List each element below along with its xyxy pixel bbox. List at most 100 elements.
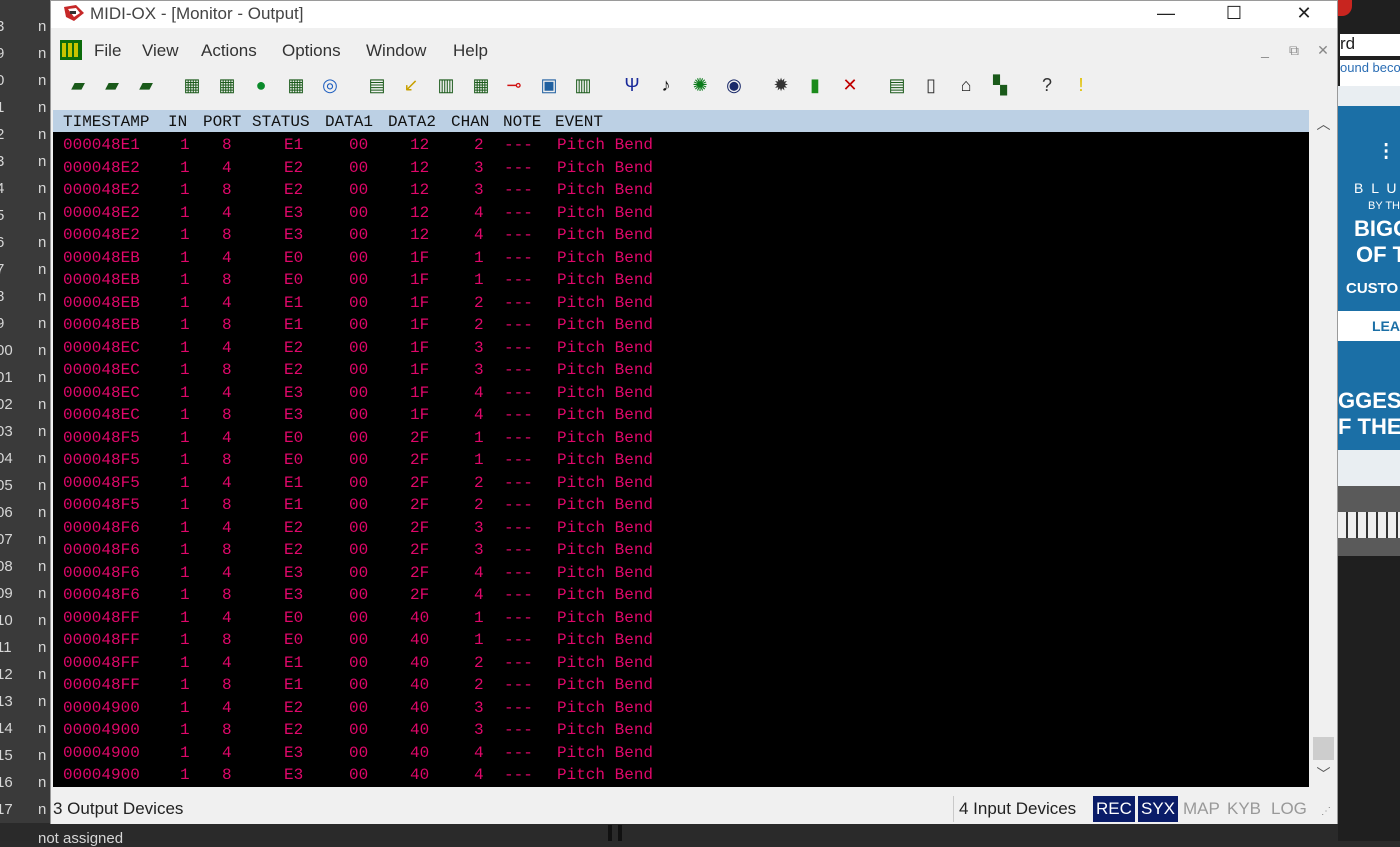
column-header-port[interactable]: PORT (203, 110, 241, 134)
monitor-row[interactable]: 00004900 1 4 E3 00 40 4 --- Pitch Bend (53, 742, 1309, 765)
dial-icon[interactable]: ◉ (722, 73, 746, 97)
monitor-row[interactable]: 000048EC 1 4 E2 00 1F 3 --- Pitch Bend (53, 337, 1309, 360)
status-map[interactable]: MAP (1180, 796, 1223, 822)
cancel-icon[interactable]: ✕ (838, 73, 862, 97)
status-syx[interactable]: SYX (1138, 796, 1179, 822)
scroll-up-arrow-icon[interactable]: ︿ (1310, 112, 1337, 136)
notes-icon[interactable]: ♪ (654, 73, 678, 97)
save-icon[interactable]: ▰ (100, 73, 124, 97)
monitor-row[interactable]: 000048F5 1 4 E0 00 2F 1 --- Pitch Bend (53, 427, 1309, 450)
port-routing-icon[interactable]: ● (249, 73, 273, 97)
mdi-restore-button[interactable]: ⧉ (1283, 40, 1305, 60)
monitor-row[interactable]: 00004900 1 4 E2 00 40 3 --- Pitch Bend (53, 697, 1309, 720)
monitor-row[interactable]: 000048F6 1 4 E2 00 2F 3 --- Pitch Bend (53, 517, 1309, 540)
monitor-output-pane[interactable]: TIMESTAMP IN PORT STATUS DATA1 DATA2 CHAN NOTE E… (53, 110, 1309, 787)
mdi-close-button[interactable]: ✕ (1312, 40, 1334, 60)
background-link[interactable]: ound beco (1340, 60, 1400, 86)
monitor-row[interactable]: 000048E2 1 8 E2 00 12 3 --- Pitch Bend (53, 179, 1309, 202)
monitor-row[interactable]: 00004900 1 8 E3 00 40 4 --- Pitch Bend (53, 764, 1309, 787)
maximize-button[interactable]: ☐ (1211, 1, 1257, 28)
fork-icon[interactable]: Ψ (620, 73, 644, 97)
slider-icon[interactable]: ▯ (919, 73, 943, 97)
window-icon[interactable]: ▤ (885, 73, 909, 97)
menu-file[interactable]: File (94, 41, 121, 61)
monitor-cell-timestamp: 000048F6 (63, 518, 140, 537)
column-header-note[interactable]: NOTE (503, 110, 541, 134)
monitor-row[interactable]: 00004900 1 8 E2 00 40 3 --- Pitch Bend (53, 719, 1309, 742)
sysex-icon[interactable]: ◎ (318, 73, 342, 97)
save-as-icon[interactable]: ▰ (134, 73, 158, 97)
monitor-row[interactable]: 000048FF 1 8 E1 00 40 2 --- Pitch Bend (53, 674, 1309, 697)
monitor-cell-note: --- (504, 406, 533, 424)
background-row-text: n (38, 99, 47, 116)
monitor-row[interactable]: 000048F5 1 8 E0 00 2F 1 --- Pitch Bend (53, 449, 1309, 472)
monitor-row[interactable]: 000048F6 1 4 E3 00 2F 4 --- Pitch Bend (53, 562, 1309, 585)
monitor-row[interactable]: 000048EB 1 8 E0 00 1F 1 --- Pitch Bend (53, 269, 1309, 292)
monitor-row[interactable]: 000048E1 1 8 E1 00 12 2 --- Pitch Bend (53, 134, 1309, 157)
monitor-row[interactable]: 000048E2 1 8 E3 00 12 4 --- Pitch Bend (53, 224, 1309, 247)
monitor-row[interactable]: 000048EB 1 4 E1 00 1F 2 --- Pitch Bend (53, 292, 1309, 315)
menu-view[interactable]: View (142, 41, 179, 61)
status-rec[interactable]: REC (1093, 796, 1135, 822)
monitor-row[interactable]: 000048EC 1 4 E3 00 1F 4 --- Pitch Bend (53, 382, 1309, 405)
monitor-cell-note: --- (504, 181, 533, 199)
monitor-row[interactable]: 000048FF 1 4 E1 00 40 2 --- Pitch Bend (53, 652, 1309, 675)
alert-icon[interactable]: ! (1069, 73, 1093, 97)
menu-help[interactable]: Help (453, 41, 488, 61)
plug-icon[interactable]: ⊸ (502, 73, 526, 97)
monitor-row[interactable]: 000048EC 1 8 E2 00 1F 3 --- Pitch Bend (53, 359, 1309, 382)
status-kyb[interactable]: KYB (1224, 796, 1264, 822)
ad-learn-button[interactable]: LEA (1338, 311, 1400, 341)
monitor-row[interactable]: 000048EB 1 4 E0 00 1F 1 --- Pitch Bend (53, 247, 1309, 270)
monitor-row[interactable]: 000048F5 1 8 E1 00 2F 2 --- Pitch Bend (53, 494, 1309, 517)
open-icon[interactable]: ▰ (66, 73, 90, 97)
column-header-chan[interactable]: CHAN (451, 110, 489, 134)
title-bar[interactable]: MIDI-OX - [Monitor - Output] — ☐ ✕ (51, 1, 1337, 28)
instrument-icon[interactable]: ▦ (469, 73, 493, 97)
column-header-in[interactable]: IN (168, 110, 187, 134)
column-header-event[interactable]: EVENT (555, 110, 603, 134)
column-header-data1[interactable]: DATA1 (325, 110, 373, 134)
house-icon[interactable]: ⌂ (954, 73, 978, 97)
status-icon[interactable]: ▚ (988, 73, 1012, 97)
monitor-window-icon[interactable] (60, 40, 82, 60)
menu-actions[interactable]: Actions (201, 41, 257, 61)
vertical-scrollbar[interactable]: ︿ ﹀ (1310, 110, 1337, 787)
background-ad[interactable]: ⁝ B L U BY TH BIGG OF T CUSTO LEA GGES F… (1338, 86, 1400, 486)
monitor-row[interactable]: 000048FF 1 8 E0 00 40 1 --- Pitch Bend (53, 629, 1309, 652)
status-log[interactable]: LOG (1268, 796, 1310, 822)
monitor-cell-port: 8 (222, 766, 232, 784)
monitor-row[interactable]: 000048FF 1 4 E0 00 40 1 --- Pitch Bend (53, 607, 1309, 630)
input-monitor-icon[interactable]: ▦ (180, 73, 204, 97)
control-icon[interactable]: ✹ (769, 73, 793, 97)
monitor-cell-status: E3 (284, 406, 304, 424)
menu-window[interactable]: Window (366, 41, 426, 61)
mdi-minimize-button[interactable]: _ (1254, 40, 1276, 60)
monitor-row[interactable]: 000048F6 1 8 E3 00 2F 4 --- Pitch Bend (53, 584, 1309, 607)
column-header-timestamp[interactable]: TIMESTAMP (63, 110, 149, 134)
grid-icon[interactable]: ▦ (284, 73, 308, 97)
resize-grip-icon[interactable]: ⋰ (1321, 806, 1335, 820)
menu-options[interactable]: Options (282, 41, 341, 61)
monitor-row[interactable]: 000048E2 1 4 E3 00 12 4 --- Pitch Bend (53, 202, 1309, 225)
monitor-row[interactable]: 000048EB 1 8 E1 00 1F 2 --- Pitch Bend (53, 314, 1309, 337)
scroll-down-arrow-icon[interactable]: ﹀ (1310, 762, 1337, 786)
output-monitor-icon[interactable]: ▦ (215, 73, 239, 97)
minimize-button[interactable]: — (1143, 1, 1189, 28)
column-header-data2[interactable]: DATA2 (388, 110, 436, 134)
monitor-row[interactable]: 000048EC 1 8 E3 00 1F 4 --- Pitch Bend (53, 404, 1309, 427)
piano-icon[interactable]: ▥ (571, 73, 595, 97)
close-button[interactable]: ✕ (1281, 1, 1327, 28)
keyboard-icon[interactable]: ▥ (434, 73, 458, 97)
scroll-thumb[interactable] (1313, 737, 1334, 760)
filter-icon[interactable]: ▤ (365, 73, 389, 97)
pitch-icon[interactable]: ↙ (399, 73, 423, 97)
monitor-row[interactable]: 000048F6 1 8 E2 00 2F 3 --- Pitch Bend (53, 539, 1309, 562)
view-icon[interactable]: ▣ (537, 73, 561, 97)
monitor-row[interactable]: 000048E2 1 4 E2 00 12 3 --- Pitch Bend (53, 157, 1309, 180)
gear-icon[interactable]: ✺ (688, 73, 712, 97)
help-icon[interactable]: ? (1035, 73, 1059, 97)
traffic-light-icon[interactable]: ▮ (803, 73, 827, 97)
column-header-status[interactable]: STATUS (252, 110, 310, 134)
monitor-row[interactable]: 000048F5 1 4 E1 00 2F 2 --- Pitch Bend (53, 472, 1309, 495)
